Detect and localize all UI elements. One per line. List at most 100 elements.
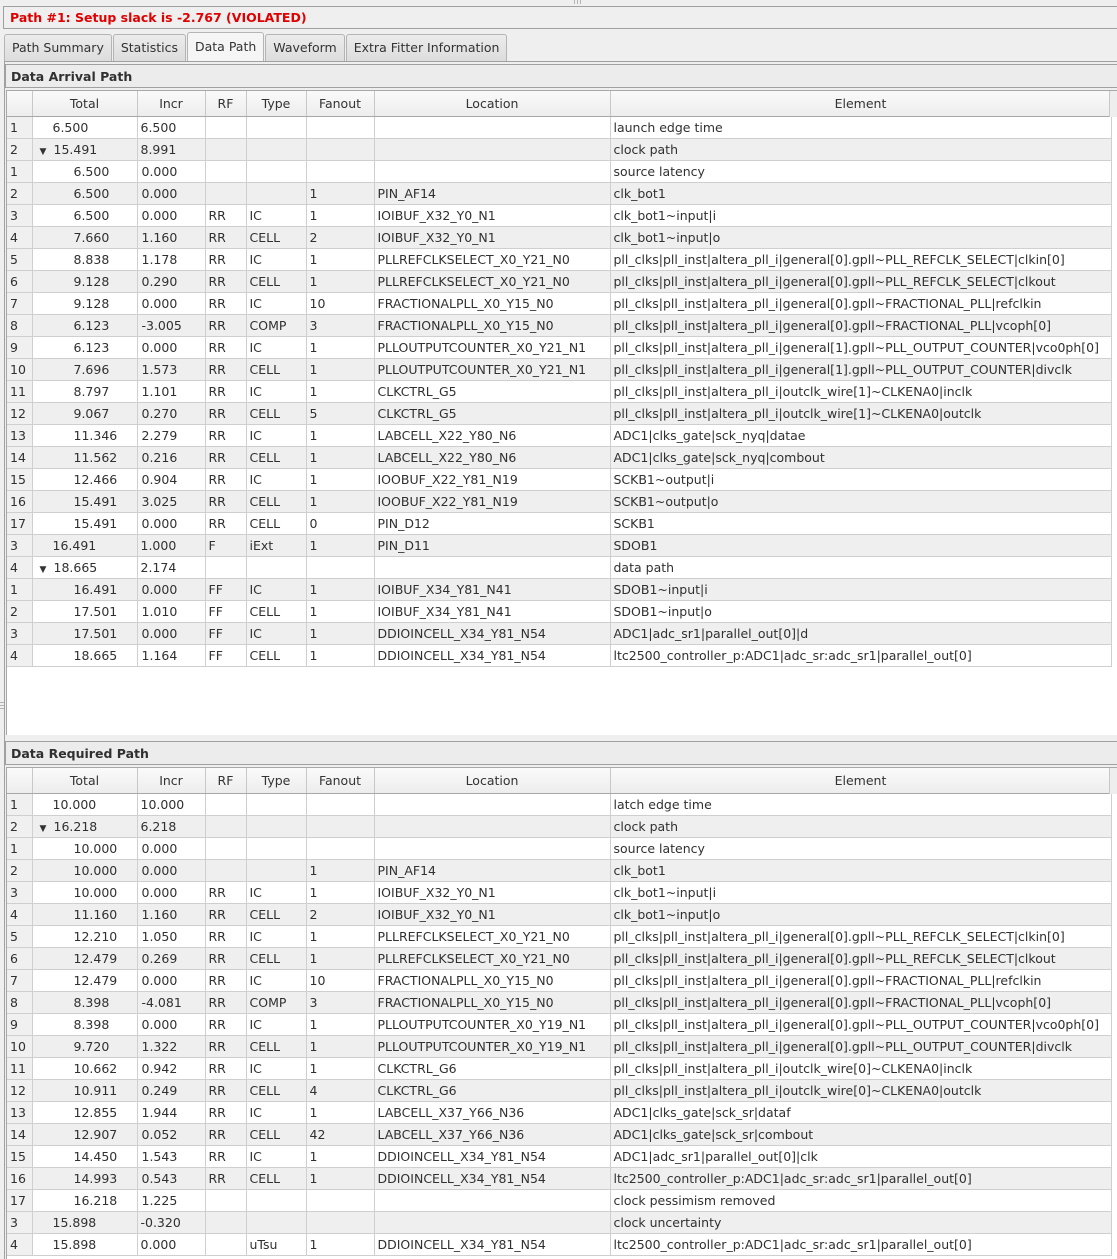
table-row[interactable]: 5 8.838 1.178 RR IC 1 PLLREFCLKSELECT_X0_Y21_N…	[7, 248, 1112, 271]
cell-index: 4	[7, 644, 33, 667]
column-header-location[interactable]: Location	[374, 768, 611, 794]
table-row[interactable]: 11 10.662 0.942 RR IC 1 CLKCTRL_G6 pll_clks|pll…	[7, 1057, 1112, 1080]
table-row[interactable]: 7 12.479 0.000 RR IC 10 FRACTIONALPLL_X0_Y15_N…	[7, 969, 1112, 992]
cell-type: CELL	[246, 358, 307, 381]
table-row[interactable]: 3 16.491 1.000 FiExt 1 PIN_D11 SDOB1	[7, 534, 1112, 557]
expand-triangle-icon[interactable]: ▼	[40, 565, 54, 575]
table-row[interactable]: 3 17.501 0.000 FF IC 1 DDIOINCELL_X34_Y81_N54 A…	[7, 622, 1112, 645]
table-row[interactable]: 3 15.898 -0.320 clock uncertainty	[7, 1211, 1112, 1234]
table-row[interactable]: 15 14.450 1.543 RR IC 1 DDIOINCELL_X34_Y81_N54…	[7, 1145, 1112, 1168]
column-header-type[interactable]: Type	[246, 768, 307, 794]
pane-splitter-grip[interactable]	[0, 702, 4, 709]
tab-path-summary[interactable]: Path Summary	[4, 34, 112, 62]
table-row[interactable]: 11 8.797 1.101 RR IC 1 CLKCTRL_G5 pll_clks|pll_…	[7, 380, 1112, 403]
table-row[interactable]: 16 14.993 0.543 RR CELL 1 DDIOINCELL_X34_Y81_N…	[7, 1167, 1112, 1190]
top-splitter-grip[interactable]	[574, 0, 584, 5]
table-row[interactable]: 2 ▼ 15.491 8.991 clock path	[7, 138, 1112, 161]
cell-incr: 6.218	[137, 815, 206, 838]
tab-extra-fitter-information[interactable]: Extra Fitter Information	[345, 34, 508, 62]
expand-triangle-icon[interactable]: ▼	[40, 147, 54, 157]
table-row[interactable]: 17 16.218 1.225 clock pessimism removed	[7, 1189, 1112, 1212]
table-row[interactable]: 4 15.898 0.000 uTsu 1 DDIOINCELL_X34_Y81_N54 l…	[7, 1233, 1112, 1256]
column-header-element[interactable]: Element	[610, 91, 1112, 117]
column-header-index[interactable]	[7, 768, 33, 794]
total-value: 12.479	[73, 950, 118, 966]
tab-data-path[interactable]: Data Path	[187, 32, 265, 62]
cell-fanout: 1	[306, 622, 375, 645]
table-row[interactable]: 6 9.128 0.290 RR CELL 1 PLLREFCLKSELECT_X0_Y21…	[7, 270, 1112, 293]
table-row[interactable]: 4 7.660 1.160 RR CELL 2 IOIBUF_X32_Y0_N1 clk_bo…	[7, 226, 1112, 249]
column-header-index[interactable]	[7, 91, 33, 117]
table-row[interactable]: 5 12.210 1.050 RR IC 1 PLLREFCLKSELECT_X0_Y21_…	[7, 925, 1112, 948]
column-header-rf[interactable]: RF	[205, 91, 247, 117]
cell-type: IC	[246, 248, 307, 271]
cell-fanout: 1	[306, 600, 375, 623]
cell-index: 3	[7, 204, 33, 227]
table-row[interactable]: 9 6.123 0.000 RR IC 1 PLLOUTPUTCOUNTER_X0_Y21_…	[7, 336, 1112, 359]
table-row[interactable]: 13 12.855 1.944 RR IC 1 LABCELL_X37_Y66_N36 ADC…	[7, 1101, 1112, 1124]
table-row[interactable]: 6 12.479 0.269 RR CELL 1 PLLREFCLKSELECT_X0_Y2…	[7, 947, 1112, 970]
table-row[interactable]: 1 10.000 0.000 source latency	[7, 837, 1112, 860]
table-row[interactable]: 12 10.911 0.249 RR CELL 4 CLKCTRL_G6 pll_clks|p…	[7, 1079, 1112, 1102]
cell-element: pll_clks|pll_inst|altera_pll_i|outclk_wi…	[610, 402, 1112, 425]
table-row[interactable]: 1 6.500 0.000 source latency	[7, 160, 1112, 183]
cell-fanout: 42	[306, 1123, 375, 1146]
total-value: 10.911	[73, 1082, 118, 1098]
table-row[interactable]: 9 8.398 0.000 RR IC 1 PLLOUTPUTCOUNTER_X0_Y19_…	[7, 1013, 1112, 1036]
column-header-incr[interactable]: Incr	[137, 91, 206, 117]
column-header-rf[interactable]: RF	[205, 768, 247, 794]
cell-incr: 0.000	[137, 859, 206, 882]
cell-total: 10.911	[32, 1079, 138, 1102]
table-row[interactable]: 12 9.067 0.270 RR CELL 5 CLKCTRL_G5 pll_clks|pl…	[7, 402, 1112, 425]
column-header-total[interactable]: Total	[32, 768, 138, 794]
cell-index: 4	[7, 903, 33, 926]
table-row[interactable]: 1 6.500 6.500 launch edge time	[7, 116, 1112, 139]
cell-location: IOOBUF_X22_Y81_N19	[374, 490, 611, 513]
cell-incr: 0.000	[137, 182, 206, 205]
table-row[interactable]: 4 18.665 1.164 FF CELL 1 DDIOINCELL_X34_Y81_N5…	[7, 644, 1112, 667]
tab-statistics[interactable]: Statistics	[112, 34, 186, 62]
table-row[interactable]: 2 ▼ 16.218 6.218 clock path	[7, 815, 1112, 838]
column-header-incr[interactable]: Incr	[137, 768, 206, 794]
table-row[interactable]: 13 11.346 2.279 RR IC 1 LABCELL_X22_Y80_N6 ADC1…	[7, 424, 1112, 447]
column-header-total[interactable]: Total	[32, 91, 138, 117]
total-value: 16.218	[73, 1192, 118, 1208]
table-row[interactable]: 17 15.491 0.000 RR CELL 0 PIN_D12 SCKB1	[7, 512, 1112, 535]
table-row[interactable]: 2 10.000 0.000 1 PIN_AF14 clk_bot1	[7, 859, 1112, 882]
table-row[interactable]: 15 12.466 0.904 RR IC 1 IOOBUF_X22_Y81_N19 SCKB…	[7, 468, 1112, 491]
cell-incr: 0.000	[137, 1013, 206, 1036]
table-row[interactable]: 16 15.491 3.025 RR CELL 1 IOOBUF_X22_Y81_N19 SC…	[7, 490, 1112, 513]
table-row[interactable]: 4 ▼ 18.665 2.174 data path	[7, 556, 1112, 579]
table-row[interactable]: 2 6.500 0.000 1 PIN_AF14 clk_bot1	[7, 182, 1112, 205]
cell-type: IC	[246, 881, 307, 904]
table-row[interactable]: 3 6.500 0.000 RR IC 1 IOIBUF_X32_Y0_N1 clk_bot1…	[7, 204, 1112, 227]
table-row[interactable]: 4 11.160 1.160 RR CELL 2 IOIBUF_X32_Y0_N1 clk_b…	[7, 903, 1112, 926]
cell-location: DDIOINCELL_X34_Y81_N54	[374, 644, 611, 667]
column-header-fanout[interactable]: Fanout	[306, 768, 375, 794]
column-header-fanout[interactable]: Fanout	[306, 91, 375, 117]
cell-fanout: 2	[306, 903, 375, 926]
column-header-type[interactable]: Type	[246, 91, 307, 117]
cell-element: pll_clks|pll_inst|altera_pll_i|general[1…	[610, 358, 1112, 381]
expand-triangle-icon[interactable]: ▼	[40, 824, 54, 834]
table-row[interactable]: 8 8.398 -4.081 RR COMP 3 FRACTIONALPLL_X0_Y15_…	[7, 991, 1112, 1014]
total-value: 11.160	[73, 906, 118, 922]
column-header-location[interactable]: Location	[374, 91, 611, 117]
tab-waveform[interactable]: Waveform	[265, 34, 345, 62]
table-row[interactable]: 10 9.720 1.322 RR CELL 1 PLLOUTPUTCOUNTER_X0_Y…	[7, 1035, 1112, 1058]
table-row[interactable]: 2 17.501 1.010 FF CELL 1 IOIBUF_X34_Y81_N41 SDO…	[7, 600, 1112, 623]
cell-incr: 10.000	[137, 793, 206, 816]
table-row[interactable]: 14 12.907 0.052 RR CELL 42 LABCELL_X37_Y66_N36…	[7, 1123, 1112, 1146]
cell-rf	[205, 859, 247, 882]
table-row[interactable]: 1 10.000 10.000 latch edge time	[7, 793, 1112, 816]
table-row[interactable]: 7 9.128 0.000 RR IC 10 FRACTIONALPLL_X0_Y15_N0…	[7, 292, 1112, 315]
cell-rf: RR	[205, 446, 247, 469]
table-row[interactable]: 1 16.491 0.000 FF IC 1 IOIBUF_X34_Y81_N41 SDOB1…	[7, 578, 1112, 601]
cell-fanout: 1	[306, 1145, 375, 1168]
cell-total: 10.000	[32, 881, 138, 904]
table-row[interactable]: 8 6.123 -3.005 RR COMP 3 FRACTIONALPLL_X0_Y15_…	[7, 314, 1112, 337]
table-row[interactable]: 10 7.696 1.573 RR CELL 1 PLLOUTPUTCOUNTER_X0_Y…	[7, 358, 1112, 381]
table-row[interactable]: 3 10.000 0.000 RR IC 1 IOIBUF_X32_Y0_N1 clk_bot…	[7, 881, 1112, 904]
column-header-element[interactable]: Element	[610, 768, 1112, 794]
table-row[interactable]: 14 11.562 0.216 RR CELL 1 LABCELL_X22_Y80_N6 AD…	[7, 446, 1112, 469]
